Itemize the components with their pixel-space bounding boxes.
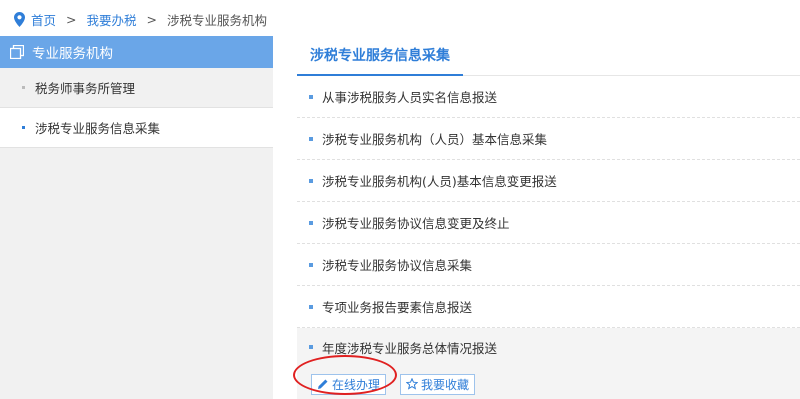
bullet-icon [309, 262, 313, 267]
tab-bar: 涉税专业服务信息采集 [297, 36, 800, 76]
online-process-button[interactable]: 在线办理 [311, 373, 387, 395]
page: 首页 > 我要办税 > 涉税专业服务机构 专业服务机构 税务师事务所管理 涉税专… [0, 0, 800, 399]
bullet-icon [309, 345, 313, 349]
add-favorite-button[interactable]: 我要收藏 [400, 373, 476, 395]
breadcrumb-home-link[interactable]: 首页 [31, 10, 56, 29]
list-item-label: 涉税专业服务机构（人员）基本信息采集 [322, 132, 548, 147]
breadcrumb-separator: > [66, 11, 77, 27]
list-item-label: 涉税专业服务机构(人员)基本信息变更报送 [322, 174, 557, 189]
breadcrumb: 首页 > 我要办税 > 涉税专业服务机构 [14, 8, 267, 30]
list-item[interactable]: 专项业务报告要素信息报送 [297, 286, 800, 328]
breadcrumb-current: 涉税专业服务机构 [167, 12, 268, 28]
add-favorite-label: 我要收藏 [421, 377, 470, 392]
list-item[interactable]: 涉税专业服务机构(人员)基本信息变更报送 [297, 160, 800, 202]
sidebar-item-info-collection[interactable]: 涉税专业服务信息采集 [0, 108, 273, 148]
list-item[interactable]: 涉税专业服务协议信息采集 [297, 244, 800, 286]
bullet-icon [309, 136, 313, 141]
pencil-icon [318, 379, 328, 389]
sidebar: 专业服务机构 税务师事务所管理 涉税专业服务信息采集 [0, 36, 273, 399]
list-item-label: 涉税专业服务协议信息变更及终止 [322, 216, 510, 231]
sidebar-item-label: 涉税专业服务信息采集 [35, 121, 161, 136]
list-item-hovered[interactable]: 年度涉税专业服务总体情况报送 [297, 328, 800, 366]
sidebar-item-firm-management[interactable]: 税务师事务所管理 [0, 68, 273, 108]
bullet-icon [309, 220, 313, 225]
breadcrumb-separator: > [146, 11, 157, 27]
list-item[interactable]: 涉税专业服务协议信息变更及终止 [297, 202, 800, 244]
list-item-label: 年度涉税专业服务总体情况报送 [322, 340, 498, 356]
sidebar-item-label: 税务师事务所管理 [35, 81, 136, 96]
online-process-label: 在线办理 [332, 377, 381, 392]
list-item-actions: 在线办理 我要收藏 [297, 366, 800, 399]
bullet-icon [309, 94, 313, 99]
list-item-label: 从事涉税服务人员实名信息报送 [322, 90, 498, 105]
sidebar-header[interactable]: 专业服务机构 [0, 36, 273, 68]
list-item-label: 涉税专业服务协议信息采集 [322, 258, 473, 273]
breadcrumb-tax-link[interactable]: 我要办税 [87, 10, 137, 29]
bullet-icon [309, 178, 313, 183]
location-pin-icon [14, 11, 25, 27]
list-item[interactable]: 涉税专业服务机构（人员）基本信息采集 [297, 118, 800, 160]
bullet-icon [22, 86, 25, 89]
window-icon [10, 45, 24, 59]
star-icon [406, 378, 419, 390]
sidebar-title: 专业服务机构 [32, 46, 113, 62]
tab-info-collection[interactable]: 涉税专业服务信息采集 [297, 36, 463, 76]
bullet-icon [309, 304, 313, 309]
bullet-icon [22, 126, 25, 129]
main-panel: 涉税专业服务信息采集 从事涉税服务人员实名信息报送 涉税专业服务机构（人员）基本… [297, 36, 800, 399]
list-item[interactable]: 从事涉税服务人员实名信息报送 [297, 76, 800, 118]
list-item-label: 专项业务报告要素信息报送 [322, 300, 473, 315]
